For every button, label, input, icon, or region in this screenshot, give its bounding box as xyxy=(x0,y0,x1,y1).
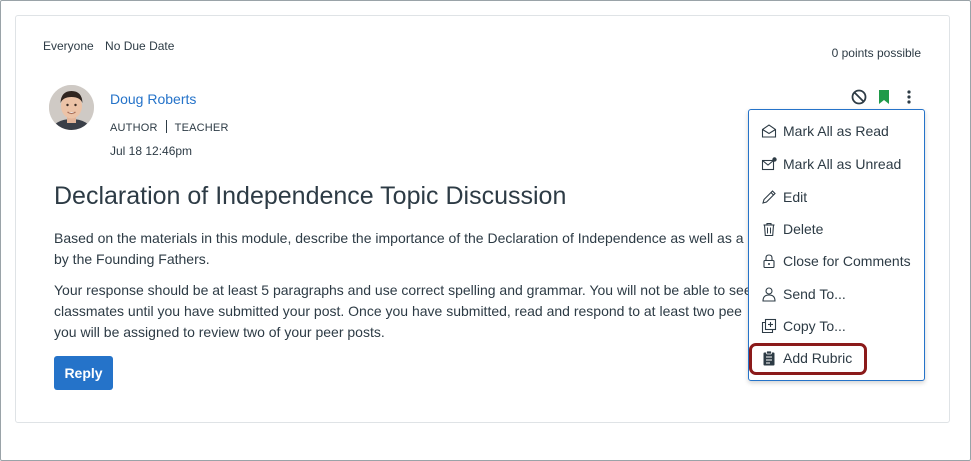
topic-actions xyxy=(850,88,917,105)
menu-item-label: Edit xyxy=(783,189,808,205)
kebab-menu-icon[interactable] xyxy=(900,88,917,105)
avatar[interactable] xyxy=(49,85,94,130)
pencil-icon xyxy=(762,190,776,204)
points-possible: 0 points possible xyxy=(831,46,921,60)
due-date-label: No Due Date xyxy=(105,39,175,53)
menu-item-delete[interactable]: Delete xyxy=(761,217,823,241)
audience-label: Everyone xyxy=(43,39,94,53)
trash-icon xyxy=(763,222,775,237)
menu-item-label: Mark All as Unread xyxy=(783,156,902,172)
body-paragraph-2: Your response should be at least 5 parag… xyxy=(54,280,754,343)
menu-item-mark-all-unread[interactable]: Mark All as Unread xyxy=(761,152,901,176)
topic-body: Based on the materials in this module, d… xyxy=(54,228,754,353)
envelope-unread-icon xyxy=(761,157,777,171)
paragraph-line: Your response should be at least 5 parag… xyxy=(54,282,752,298)
topic-actions-menu: Mark All as Read Mark All as Unread Edit… xyxy=(748,109,925,381)
bookmark-icon[interactable] xyxy=(875,88,892,105)
post-date: Jul 18 12:46pm xyxy=(110,144,193,158)
paragraph-line: you will be assigned to review two of yo… xyxy=(54,324,385,340)
no-entry-icon[interactable] xyxy=(850,88,867,105)
menu-item-label: Delete xyxy=(783,221,824,237)
copy-icon xyxy=(761,318,777,334)
menu-item-send-to[interactable]: Send To... xyxy=(761,282,846,306)
menu-item-edit[interactable]: Edit xyxy=(761,185,807,209)
paragraph-line: by the Founding Fathers. xyxy=(54,251,210,267)
role-author-label: AUTHOR xyxy=(110,122,158,134)
paragraph-line: Based on the materials in this module, d… xyxy=(54,230,744,246)
role-divider xyxy=(165,120,167,133)
reply-button[interactable]: Reply xyxy=(54,356,113,390)
author-roles: AUTHOR TEACHER xyxy=(110,120,229,134)
paragraph-line: classmates until you have submitted your… xyxy=(54,303,742,319)
menu-item-label: Send To... xyxy=(783,286,846,302)
menu-item-copy-to[interactable]: Copy To... xyxy=(761,314,846,338)
user-icon xyxy=(762,287,776,302)
body-paragraph-1: Based on the materials in this module, d… xyxy=(54,228,754,270)
add-rubric-highlight-callout xyxy=(749,343,867,375)
menu-item-label: Copy To... xyxy=(783,318,846,334)
page-title: Declaration of Independence Topic Discus… xyxy=(54,182,567,210)
topic-meta: Everyone No Due Date xyxy=(43,39,182,53)
menu-item-label: Mark All as Read xyxy=(783,123,889,139)
author-name-link[interactable]: Doug Roberts xyxy=(110,91,196,107)
menu-item-close-for-comments[interactable]: Close for Comments xyxy=(761,249,911,273)
lock-icon xyxy=(763,254,775,269)
menu-item-mark-all-read[interactable]: Mark All as Read xyxy=(761,119,889,143)
role-teacher-label: TEACHER xyxy=(174,122,229,134)
menu-item-label: Close for Comments xyxy=(783,253,911,269)
envelope-open-icon xyxy=(761,124,777,138)
